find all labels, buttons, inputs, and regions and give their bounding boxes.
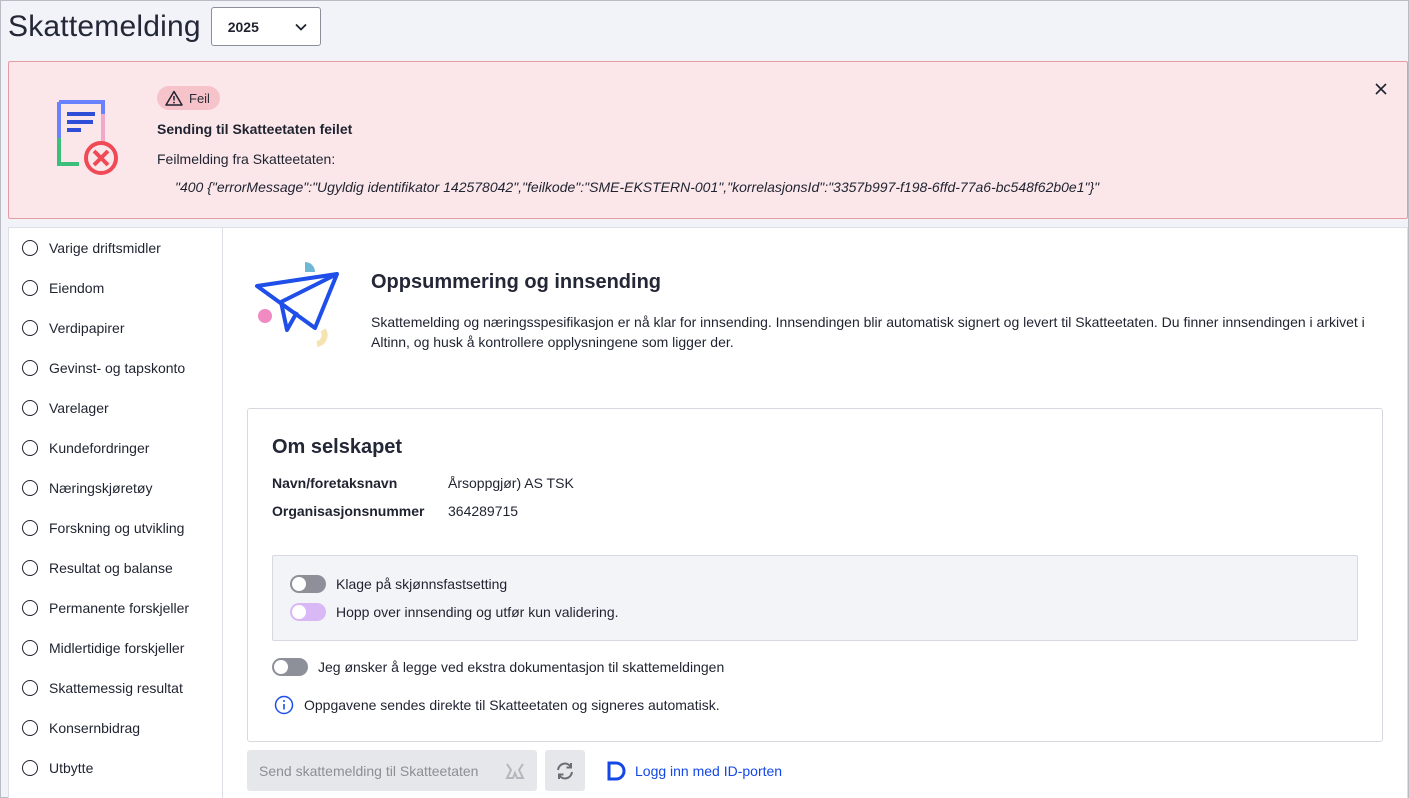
company-name-value: Årsoppgjør) AS TSK (448, 475, 574, 491)
radio-icon (22, 760, 38, 776)
page-title: Skattemelding (8, 9, 201, 43)
send-button-label: Send skattemelding til Skatteetaten (259, 762, 479, 779)
sidebar-item-label: Næringskjøretøy (49, 480, 153, 496)
sidebar-item-konsernbidrag[interactable]: Konsernbidrag (9, 708, 222, 748)
complaint-toggle-label: Klage på skjønnsfastsetting (336, 576, 508, 592)
info-icon (274, 695, 294, 715)
radio-icon (22, 640, 38, 656)
company-card: Om selskapet Navn/foretaksnavn Årsoppgjø… (247, 408, 1383, 742)
sidebar-item-resultat-og-balanse[interactable]: Resultat og balanse (9, 548, 222, 588)
sidebar-item-varige-driftsmidler[interactable]: Varige driftsmidler (9, 228, 222, 268)
sidebar-item-label: Midlertidige forskjeller (49, 640, 185, 656)
sidebar-item-utbytte[interactable]: Utbytte (9, 748, 222, 788)
toggle-group: Klage på skjønnsfastsetting Hopp over in… (272, 555, 1358, 641)
org-number-row: Organisasjonsnummer 364289715 (272, 503, 518, 519)
radio-icon (22, 480, 38, 496)
error-alert: Feil Sending til Skatteetaten feilet Fei… (8, 61, 1408, 219)
skip-submission-toggle-label: Hopp over innsending og utfør kun valide… (336, 604, 619, 620)
signature-icon (505, 763, 525, 779)
error-badge-label: Feil (189, 90, 210, 106)
sidebar-item-kundefordringer[interactable]: Kundefordringer (9, 428, 222, 468)
alert-subtitle: Feilmelding fra Skatteetaten: (157, 151, 336, 167)
company-card-title: Om selskapet (272, 436, 403, 458)
info-note: Oppgavene sendes direkte til Skatteetate… (274, 695, 720, 715)
radio-icon (22, 520, 38, 536)
send-tax-return-button[interactable]: Send skattemelding til Skatteetaten (247, 750, 537, 791)
info-note-text: Oppgavene sendes direkte til Skatteetate… (304, 697, 720, 713)
year-select-value: 2025 (227, 18, 259, 35)
sidebar-item-permanente-forskjeller[interactable]: Permanente forskjeller (9, 588, 222, 628)
company-name-row: Navn/foretaksnavn Årsoppgjør) AS TSK (272, 475, 574, 491)
year-select[interactable]: 2025 (210, 7, 321, 46)
radio-icon (22, 240, 38, 256)
id-porten-icon (607, 761, 626, 780)
extra-docs-toggle-row: Jeg ønsker å legge ved ekstra dokumentas… (272, 658, 724, 676)
alert-error-code: "400 {"errorMessage":"Ugyldig identifika… (175, 179, 1100, 195)
radio-icon (22, 720, 38, 736)
section-title: Oppsummering og innsending (371, 271, 661, 293)
alert-title: Sending til Skatteetaten feilet (157, 121, 353, 137)
skip-submission-toggle[interactable] (290, 603, 326, 621)
sidebar-item-naeringskjoretoy[interactable]: Næringskjøretøy (9, 468, 222, 508)
sidebar-item-label: Forskning og utvikling (49, 520, 185, 536)
error-badge: Feil (157, 86, 220, 110)
id-porten-login-link[interactable]: Logg inn med ID-porten (605, 760, 782, 782)
sidebar-item-label: Eiendom (49, 280, 105, 296)
extra-docs-toggle[interactable] (272, 658, 308, 676)
sidebar-item-varelager[interactable]: Varelager (9, 388, 222, 428)
sidebar: Varige driftsmidler Eiendom Verdipapirer… (8, 227, 223, 798)
document-error-icon (53, 98, 125, 183)
paper-plane-icon (253, 258, 343, 353)
skip-submission-toggle-row: Hopp over innsending og utfør kun valide… (290, 603, 619, 621)
radio-icon (22, 440, 38, 456)
sidebar-item-label: Utbytte (49, 760, 94, 776)
action-bar: Send skattemelding til Skatteetaten Logg… (247, 750, 782, 791)
radio-icon (22, 600, 38, 616)
sidebar-item-label: Gevinst- og tapskonto (49, 360, 186, 376)
refresh-button[interactable] (545, 750, 585, 791)
radio-icon (22, 360, 38, 376)
complaint-toggle[interactable] (290, 575, 326, 593)
sidebar-item-label: Varige driftsmidler (49, 240, 161, 256)
sidebar-item-label: Kundefordringer (49, 440, 150, 456)
sidebar-item-label: Resultat og balanse (49, 560, 173, 576)
sidebar-item-forskning-og-utvikling[interactable]: Forskning og utvikling (9, 508, 222, 548)
radio-icon (22, 680, 38, 696)
company-name-label: Navn/foretaksnavn (272, 475, 398, 491)
sidebar-item-label: Konsernbidrag (49, 720, 141, 736)
org-number-label: Organisasjonsnummer (272, 503, 425, 519)
login-link-label: Logg inn med ID-porten (635, 762, 783, 779)
radio-icon (22, 280, 38, 296)
main-content: Oppsummering og innsending Skattemelding… (223, 227, 1408, 798)
sidebar-item-gevinst-og-tapskonto[interactable]: Gevinst- og tapskonto (9, 348, 222, 388)
sidebar-item-label: Verdipapirer (49, 320, 125, 336)
page-header: Skattemelding 2025 (8, 7, 321, 46)
chevron-down-icon (295, 23, 307, 31)
refresh-icon (557, 762, 573, 779)
radio-icon (22, 400, 38, 416)
close-icon[interactable] (1375, 82, 1387, 100)
sidebar-item-verdipapirer[interactable]: Verdipapirer (9, 308, 222, 348)
sidebar-item-eiendom[interactable]: Eiendom (9, 268, 222, 308)
sidebar-item-midlertidige-forskjeller[interactable]: Midlertidige forskjeller (9, 628, 222, 668)
radio-icon (22, 560, 38, 576)
extra-docs-toggle-label: Jeg ønsker å legge ved ekstra dokumentas… (318, 659, 725, 675)
warning-icon (165, 90, 183, 106)
sidebar-item-label: Varelager (49, 400, 109, 416)
org-number-value: 364289715 (448, 503, 519, 519)
sidebar-item-skattemessig-resultat[interactable]: Skattemessig resultat (9, 668, 222, 708)
radio-icon (22, 320, 38, 336)
section-description: Skattemelding og næringsspesifikasjon er… (371, 314, 1365, 350)
sidebar-item-label: Permanente forskjeller (49, 600, 190, 616)
sidebar-item-label: Skattemessig resultat (49, 680, 183, 696)
complaint-toggle-row: Klage på skjønnsfastsetting (290, 575, 507, 593)
